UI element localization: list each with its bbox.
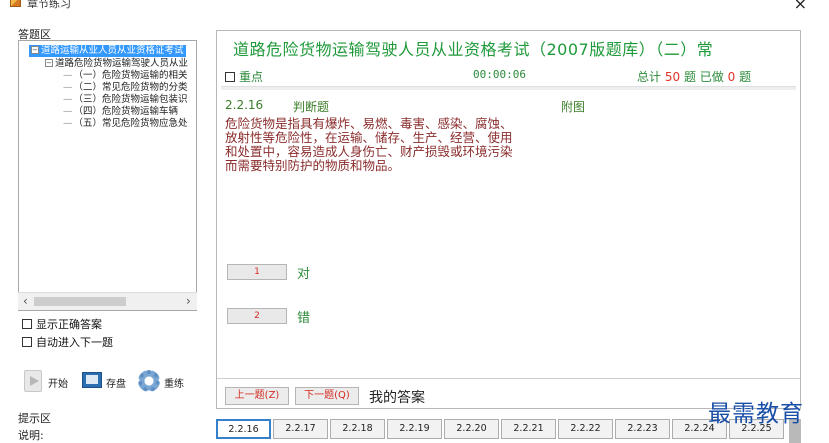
tree-item-label: （二）常见危险货物的分类 xyxy=(73,82,188,93)
save-label: 存盘 xyxy=(106,379,126,390)
tab-question[interactable]: 2.2.19 xyxy=(387,419,442,439)
timer: 00:00:06 xyxy=(473,68,526,81)
title-bar: 章节练习 × xyxy=(0,0,829,13)
question-number: 2.2.16 xyxy=(225,98,264,112)
start-label: 开始 xyxy=(48,379,68,390)
tree-item-label: 道路运输从业人员从业资格证考试 xyxy=(41,45,184,56)
total-label: 总计 xyxy=(637,70,662,84)
retry-button[interactable]: 重练 xyxy=(136,364,194,398)
question-line: 放射性等危险性，在运输、储存、生产、经营、使用 xyxy=(225,130,513,145)
progress-stats: 总计 50 题 已做 0 题 xyxy=(637,68,751,85)
total-count: 50 xyxy=(664,70,681,84)
focus-label: 重点 xyxy=(239,70,264,84)
tree-item-section-5[interactable]: —（五）常见危险货物应急处 xyxy=(63,118,188,130)
divider xyxy=(221,86,796,90)
question-line: 而需要特别防护的物质和物品。 xyxy=(225,158,401,173)
done-count: 0 xyxy=(727,70,736,84)
tree-connector: — xyxy=(63,94,73,105)
option-true-button[interactable]: 1 xyxy=(227,264,287,280)
done-label: 已做 xyxy=(699,70,724,84)
question-info-row: 重点 00:00:06 总计 50 题 已做 0 题 xyxy=(225,68,795,84)
option-true-label: 对 xyxy=(297,267,311,282)
tab-question[interactable]: 2.2.21 xyxy=(501,419,556,439)
tree-item-label: （四）危险货物运输车辆 xyxy=(73,106,179,117)
tree-horizontal-scrollbar[interactable]: ‹ › xyxy=(18,292,197,310)
divider xyxy=(217,378,800,379)
description-label: 说明: xyxy=(18,429,44,442)
tab-question[interactable]: 2.2.20 xyxy=(444,419,499,439)
tab-question[interactable]: 2.2.23 xyxy=(615,419,670,439)
tab-question[interactable]: 2.2.17 xyxy=(273,419,328,439)
exam-title: 道路危险货物运输驾驶人员从业资格考试（2007版题库）（二）常 xyxy=(233,40,714,59)
scrollbar-thumb[interactable] xyxy=(34,297,126,306)
my-answer-label: 我的答案 xyxy=(369,390,425,406)
tree-connector: — xyxy=(63,118,73,129)
toolbar: 开始 存盘 重练 xyxy=(18,364,197,400)
auto-next-checkbox[interactable] xyxy=(22,337,32,347)
tree-item-section-2[interactable]: —（二）常见危险货物的分类 xyxy=(63,82,188,94)
tree-connector: — xyxy=(63,106,73,117)
question-type: 判断题 xyxy=(293,100,330,114)
focus-option[interactable]: 重点 xyxy=(225,68,263,85)
gear-icon xyxy=(138,370,160,392)
tree-item-label: （一）危险货物运输的相关 xyxy=(73,70,188,81)
tree-item-root[interactable]: − 道路运输从业人员从业资格证考试 xyxy=(29,45,186,57)
tree-connector: — xyxy=(63,82,73,93)
scroll-right-icon[interactable]: › xyxy=(186,294,191,308)
tree-item-label: 道路危险货物运输驾驶人员从业 xyxy=(55,58,189,69)
tab-question[interactable]: 2.2.22 xyxy=(558,419,613,439)
auto-next-label: 自动进入下一题 xyxy=(36,336,113,349)
show-answer-label: 显示正确答案 xyxy=(36,318,102,331)
window-title: 章节练习 xyxy=(27,0,71,10)
show-answer-option[interactable]: 显示正确答案 xyxy=(22,316,102,331)
tree-item-label: （五）常见危险货物应急处 xyxy=(73,118,188,129)
figure-label: 附图 xyxy=(561,100,586,114)
option-false-button[interactable]: 2 xyxy=(227,308,287,324)
question-panel: 道路危险货物运输驾驶人员从业资格考试（2007版题库）（二）常 重点 00:00… xyxy=(216,30,801,409)
tree-item-section-4[interactable]: —（四）危险货物运输车辆 xyxy=(63,106,178,118)
tree-item-chapter[interactable]: − 道路危险货物运输驾驶人员从业 xyxy=(45,58,188,70)
tab-question[interactable]: 2.2.16 xyxy=(216,419,271,439)
chapter-tree[interactable]: − 道路运输从业人员从业资格证考试 − 道路危险货物运输驾驶人员从业 —（一）危险货… xyxy=(18,40,197,311)
tree-connector: — xyxy=(63,70,73,81)
question-line: 和处置中，容易造成人身伤亡、财产损毁或环境污染 xyxy=(225,144,513,159)
tree-item-section-1[interactable]: —（一）危险货物运输的相关 xyxy=(63,70,188,82)
collapse-icon[interactable]: − xyxy=(45,59,53,67)
question-line: 危险货物是指具有爆炸、易燃、毒害、感染、腐蚀、 xyxy=(225,116,513,131)
save-icon xyxy=(82,372,102,388)
tab-question[interactable]: 2.2.18 xyxy=(330,419,385,439)
app-icon xyxy=(10,0,21,7)
start-button[interactable]: 开始 xyxy=(20,364,76,398)
focus-checkbox[interactable] xyxy=(225,72,235,82)
retry-label: 重练 xyxy=(164,379,184,390)
show-answer-checkbox[interactable] xyxy=(22,319,32,329)
tree-item-section-3[interactable]: —（三）危险货物运输包装识 xyxy=(63,94,188,106)
watermark: 最需教育 xyxy=(708,401,804,427)
close-button[interactable]: × xyxy=(794,0,807,13)
question-text: 危险货物是指具有爆炸、易燃、毒害、感染、腐蚀、 放射性等危险性，在运输、储存、生… xyxy=(225,117,555,173)
scroll-left-icon[interactable]: ‹ xyxy=(23,294,28,308)
done-unit: 题 xyxy=(739,70,752,84)
prev-question-button[interactable]: 上一题(Z) xyxy=(225,387,289,405)
next-question-button[interactable]: 下一题(Q) xyxy=(295,387,359,405)
hint-area-label: 提示区 xyxy=(18,412,51,425)
total-unit: 题 xyxy=(683,70,696,84)
auto-next-option[interactable]: 自动进入下一题 xyxy=(22,334,113,349)
save-button[interactable]: 存盘 xyxy=(78,364,136,398)
tree-item-label: （三）危险货物运输包装识 xyxy=(73,94,188,105)
start-icon xyxy=(24,370,42,392)
option-false-label: 错 xyxy=(297,311,311,326)
collapse-icon[interactable]: − xyxy=(31,46,39,54)
